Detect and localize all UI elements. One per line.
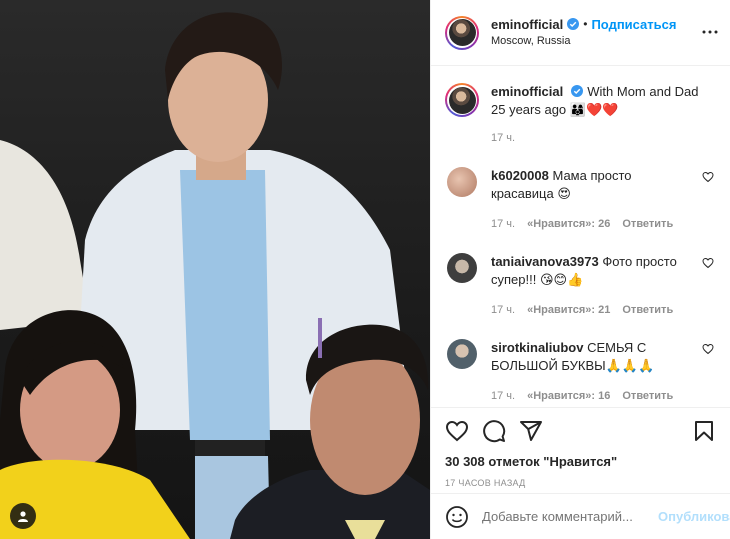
heart-icon[interactable] — [445, 419, 469, 443]
comment-username[interactable]: k6020008 — [491, 168, 549, 183]
post-header: eminofficial • Подписаться Moscow, Russi… — [431, 0, 730, 66]
comment-composer: Опубликовать — [431, 493, 730, 539]
post-caption: eminofficial With Mom and Dad 25 years ag… — [445, 83, 716, 147]
like-comment-heart-icon[interactable] — [702, 257, 714, 269]
like-comment-heart-icon[interactable] — [702, 343, 714, 355]
comment-item: sirotkinaliubov СЕМЬЯ С БОЛЬШОЙ БУКВЫ🙏🙏🙏… — [445, 339, 716, 405]
comment-username[interactable]: sirotkinaliubov — [491, 340, 583, 355]
bookmark-icon[interactable] — [692, 419, 716, 443]
caption-time[interactable]: 17 ч. — [491, 129, 715, 147]
share-icon[interactable] — [519, 419, 543, 443]
likes-count[interactable]: 30 308 отметок "Нравится" — [445, 454, 716, 469]
comment-likes[interactable]: «Нравится»: 26 — [527, 215, 610, 233]
comment-time[interactable]: 17 ч. — [491, 215, 515, 233]
comment-input[interactable] — [482, 509, 658, 524]
comment-username[interactable]: taniaivanova3973 — [491, 254, 599, 269]
more-options-icon[interactable] — [702, 24, 718, 40]
post-modal: eminofficial • Подписаться Moscow, Russi… — [0, 0, 730, 539]
comments-list[interactable]: eminofficial With Mom and Dad 25 years ag… — [431, 67, 730, 407]
like-comment-heart-icon[interactable] — [702, 171, 714, 183]
verified-badge-icon — [571, 85, 584, 97]
caption-avatar[interactable] — [445, 83, 479, 117]
commenter-avatar[interactable] — [447, 339, 477, 369]
reply-button[interactable]: Ответить — [622, 215, 673, 233]
comment-icon[interactable] — [482, 419, 506, 443]
post-location[interactable]: Moscow, Russia — [491, 35, 676, 48]
author-avatar[interactable] — [445, 15, 479, 50]
header-separator: • — [583, 17, 588, 32]
comment-likes[interactable]: «Нравится»: 16 — [527, 387, 610, 405]
commenter-avatar[interactable] — [447, 253, 477, 283]
commenter-avatar[interactable] — [447, 167, 477, 197]
publish-button[interactable]: Опубликовать — [658, 509, 730, 524]
comment-item: k6020008 Мама просто красавица 😍 17 ч. «… — [445, 167, 716, 233]
post-actions: 30 308 отметок "Нравится" 17 ЧАСОВ НАЗАД — [431, 407, 730, 492]
comment-item: taniaivanova3973 Фото просто супер!!! 😘😊… — [445, 253, 716, 319]
caption-username[interactable]: eminofficial — [491, 84, 563, 99]
comment-time[interactable]: 17 ч. — [491, 387, 515, 405]
emoji-icon[interactable] — [445, 505, 469, 529]
comment-likes[interactable]: «Нравится»: 21 — [527, 301, 610, 319]
post-photo[interactable] — [0, 0, 430, 539]
author-username[interactable]: eminofficial — [491, 17, 563, 33]
posted-time[interactable]: 17 ЧАСОВ НАЗАД — [445, 478, 716, 488]
reply-button[interactable]: Ответить — [622, 387, 673, 405]
post-side-panel: eminofficial • Подписаться Moscow, Russi… — [430, 0, 730, 539]
comment-time[interactable]: 17 ч. — [491, 301, 515, 319]
tag-people-button[interactable] — [10, 503, 36, 529]
reply-button[interactable]: Ответить — [622, 301, 673, 319]
tag-people-icon — [18, 511, 28, 522]
verified-badge-icon — [567, 18, 580, 31]
follow-button[interactable]: Подписаться — [591, 17, 676, 33]
